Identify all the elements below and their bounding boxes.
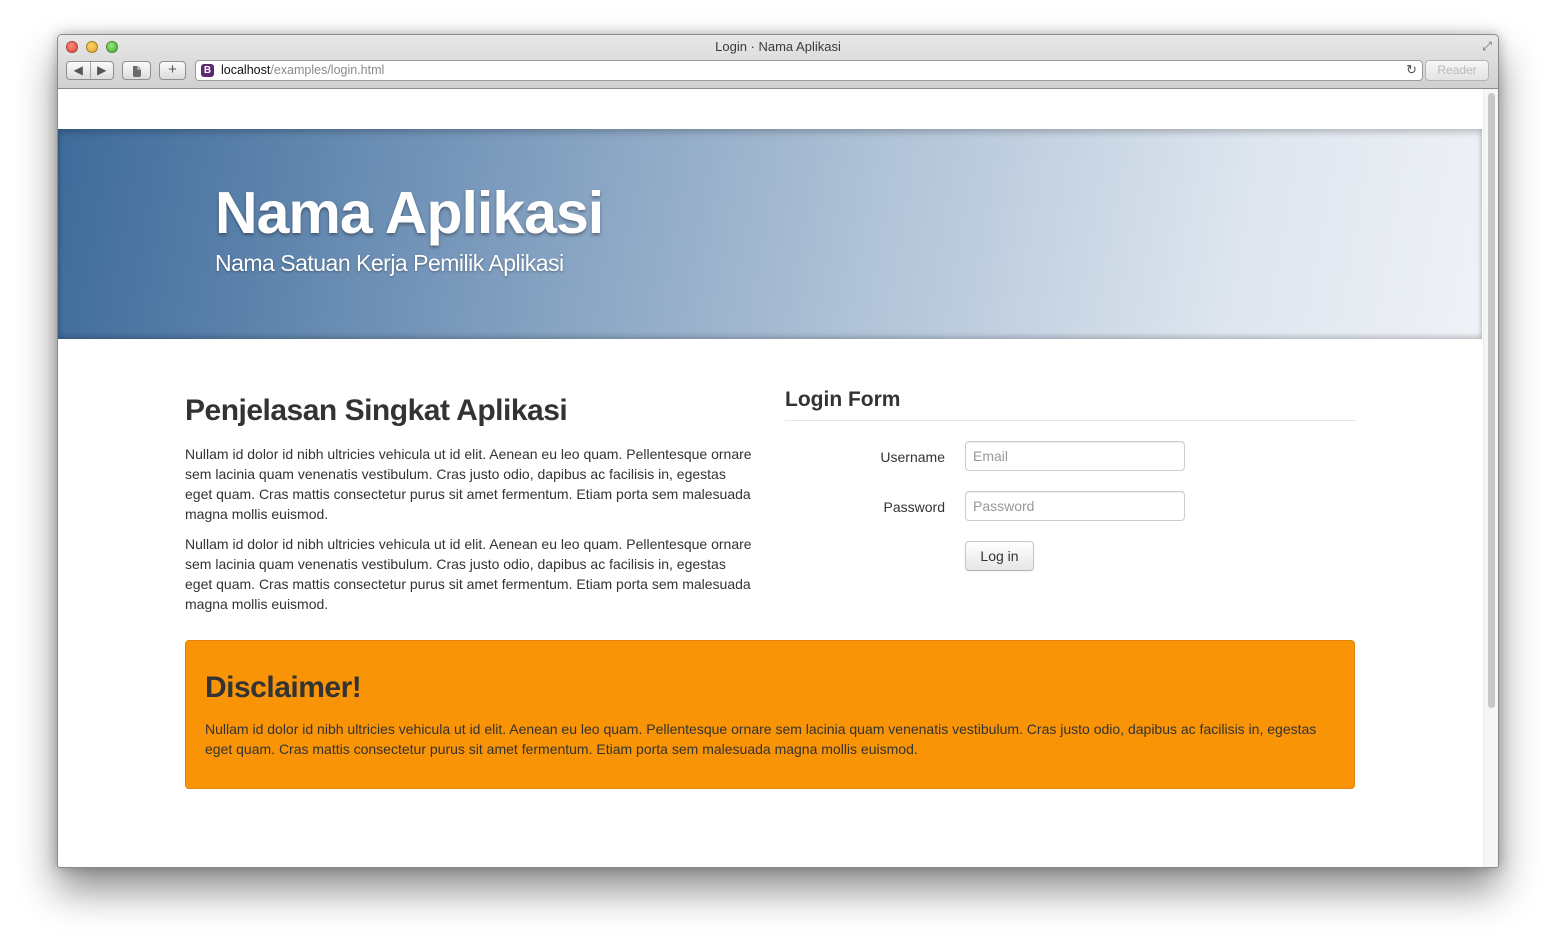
evernote-button[interactable] (122, 61, 151, 80)
address-bar[interactable]: B localhost/examples/login.html ↻ (195, 60, 1423, 81)
browser-window: Login · Nama Aplikasi ⤢ ◀ ▶ + B localhos… (57, 34, 1499, 868)
app-subtitle: Nama Satuan Kerja Pemilik Aplikasi (215, 250, 564, 276)
url-host: localhost (221, 63, 271, 77)
scrollbar-thumb[interactable] (1488, 93, 1495, 708)
page-scrollbar[interactable] (1483, 89, 1498, 867)
forward-arrow-icon[interactable]: ▶ (89, 62, 114, 79)
app-header-banner: Nama Aplikasi Nama Satuan Kerja Pemilik … (58, 129, 1482, 339)
back-arrow-icon[interactable]: ◀ (67, 62, 90, 79)
password-row: Password (785, 491, 1355, 541)
url-text: localhost/examples/login.html (221, 63, 384, 77)
submit-row: Log in (785, 541, 1355, 591)
bootstrap-favicon-icon: B (201, 64, 214, 77)
password-input[interactable] (965, 491, 1185, 521)
add-bookmark-button[interactable]: + (159, 61, 186, 80)
reader-button[interactable]: Reader (1425, 60, 1489, 81)
window-title: Login · Nama Aplikasi (715, 39, 841, 54)
intro-heading: Penjelasan Singkat Aplikasi (185, 394, 568, 427)
intro-paragraph: Nullam id dolor id nibh ultricies vehicu… (185, 446, 752, 522)
username-label: Username (880, 449, 945, 465)
url-path: /examples/login.html (270, 63, 385, 77)
login-form: Login Form Username Password Log in (785, 388, 1355, 591)
password-label: Password (883, 499, 945, 515)
intro-paragraph: Nullam id dolor id nibh ultricies vehicu… (185, 536, 752, 612)
login-button[interactable]: Log in (965, 541, 1034, 571)
username-input[interactable] (965, 441, 1185, 471)
plus-icon: + (168, 61, 177, 78)
disclaimer-text: Nullam id dolor id nibh ultricies vehicu… (205, 721, 1317, 757)
evernote-icon (132, 66, 141, 77)
disclaimer-title: Disclaimer! (205, 671, 362, 704)
back-forward-group: ◀ ▶ (66, 61, 114, 80)
login-form-legend: Login Form (785, 388, 1355, 421)
browser-toolbar: Login · Nama Aplikasi ⤢ ◀ ▶ + B localhos… (58, 35, 1498, 89)
app-title: Nama Aplikasi (215, 180, 604, 246)
username-row: Username (785, 441, 1355, 491)
fullscreen-icon[interactable]: ⤢ (1480, 39, 1494, 53)
intro-section: Penjelasan Singkat Aplikasi Nullam id do… (185, 394, 755, 624)
page-viewport: Nama Aplikasi Nama Satuan Kerja Pemilik … (58, 89, 1498, 867)
reload-icon[interactable]: ↻ (1406, 62, 1417, 78)
disclaimer-box: Disclaimer! Nullam id dolor id nibh ultr… (185, 640, 1355, 789)
